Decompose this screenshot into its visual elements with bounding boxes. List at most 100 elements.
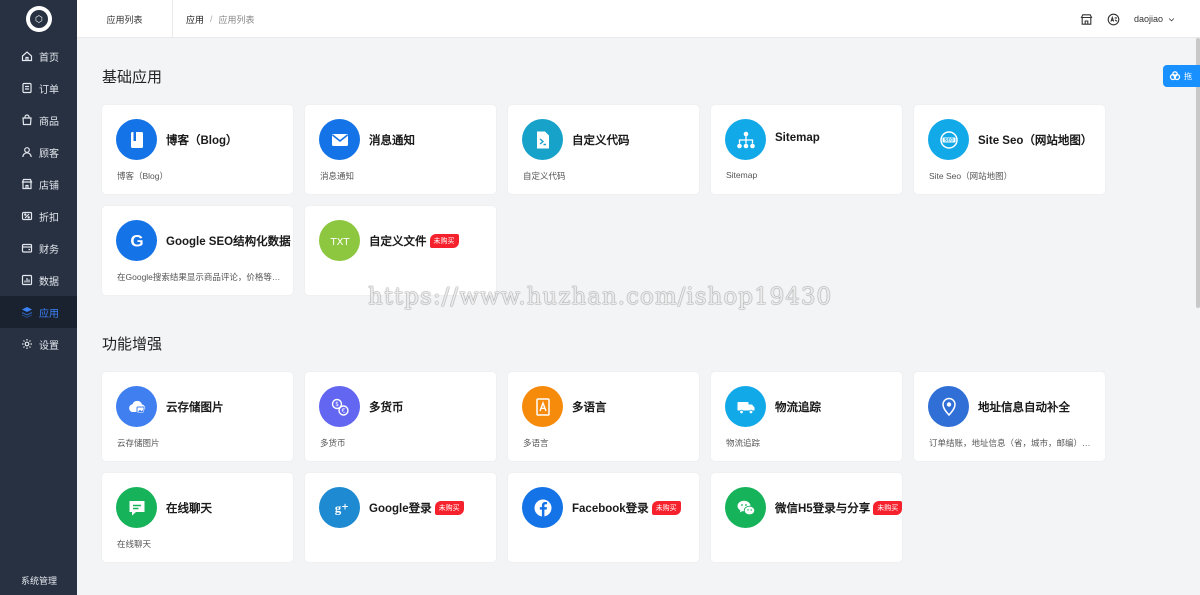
chevron-down-icon [1168,17,1175,21]
store-icon[interactable] [1080,13,1093,26]
seo-icon: SEO [928,119,969,160]
card-title-text: Google登录 [369,503,432,515]
sitemap-icon [725,119,766,160]
svg-text:SEO: SEO [944,137,954,142]
sidebar-item-finance[interactable]: 财务 [0,232,77,264]
card-title: 在线聊天 [166,500,212,516]
app-card[interactable]: Sitemap Sitemap [711,105,902,194]
logo[interactable]: ⬡ [26,6,52,32]
section-title-basic: 基础应用 [102,69,163,86]
svg-text:+: + [341,502,349,512]
app-card[interactable]: 云存储图片 云存储图片 [102,372,293,461]
card-title: Google SEO结构化数据 [166,233,291,249]
card-title-text: 消息通知 [369,135,415,147]
card-title-text: 多货币 [369,402,404,414]
user-icon [22,147,32,158]
breadcrumb-current: 应用列表 [218,14,255,25]
cloud-link-icon [1169,71,1181,81]
sidebar-item-apps[interactable]: 应用 [0,296,77,328]
card-title: 物流追踪 [775,399,821,415]
breadcrumb-separator: / [210,14,213,24]
section-title-enhanced: 功能增强 [102,336,163,353]
app-card[interactable]: 博客（Blog） 博客（Blog） [102,105,293,194]
app-card[interactable]: G Google SEO结构化数据在Google搜索结果显示商品评论，价格等信息 [102,206,293,295]
card-title-text: 多语言 [572,402,607,414]
username: daojiao [1133,14,1163,24]
breadcrumb-root[interactable]: 应用 [186,13,204,26]
card-description: 多货币 [320,438,346,448]
card-title-text: Facebook登录 [572,503,649,515]
bag-icon [22,114,32,126]
sidebar-item-customers[interactable]: 顾客 [0,136,77,168]
store-icon [21,178,33,190]
card-description: 自定义代码 [523,171,566,181]
app-card[interactable]: SEO Site Seo（网站地图） Site Seo（网站地图） [914,105,1105,194]
sidebar-item-label: 财务 [39,244,59,256]
card-description: 云存储图片 [117,438,160,448]
card-title-text: 物流追踪 [775,402,821,414]
truck-icon [725,386,766,427]
sidebar-item-settings[interactable]: 设置 [0,328,77,360]
app-card[interactable]: g + Google登录 未购买 [305,473,496,562]
sidebar-item-store[interactable]: 店铺 [0,168,77,200]
app-card[interactable]: $ € 多货币 多货币 [305,372,496,461]
data-icon [21,274,33,286]
card-title-text: 云存储图片 [166,402,224,414]
app-card[interactable]: 在线聊天 在线聊天 [102,473,293,562]
main-content: 基础应用 功能增强 博客（Blog） 博客（Blog） 消息通知 消息通知 自定义代码自… [77,38,1196,595]
sidebar-item-products[interactable]: 商品 [0,104,77,136]
card-description: 博客（Blog） [117,171,169,181]
home-icon [21,51,33,62]
logo-icon: ⬡ [30,10,48,28]
code-file-icon [522,119,563,160]
user-menu[interactable]: daojiao [1134,14,1176,24]
svg-text:TXT: TXT [329,237,350,248]
sidebar-item-data[interactable]: 数据 [0,264,77,296]
card-title: 地址信息自动补全 [978,399,1070,415]
google-plus-icon: g + [319,487,360,528]
sidebar-item-label: 应用 [39,308,59,320]
card-title-text: 博客（Blog） [166,135,238,147]
card-title: 云存储图片 [166,399,224,415]
mail-icon [319,119,360,160]
floating-widget-label: 拖 [1184,71,1192,81]
floating-drag-widget[interactable]: 拖 [1163,65,1200,87]
system-management-link[interactable]: 系统管理 [21,574,57,587]
card-title-text: 微信H5登录与分享 [775,503,871,515]
google-icon: G [116,220,157,261]
card-title: 多货币 [369,399,404,415]
sidebar-item-orders[interactable]: 订单 [0,72,77,104]
app-card[interactable]: 微信H5登录与分享 未购买 [711,473,902,562]
blog-icon [116,119,157,160]
app-card[interactable]: 消息通知 消息通知 [305,105,496,194]
sidebar-item-home[interactable]: 首页 [0,40,77,72]
app-card[interactable]: 多语言 多语言 [508,372,699,461]
card-description: 在线聊天 [117,539,152,549]
tab-app-list[interactable]: 应用列表 [77,0,173,38]
card-title: 多语言 [572,399,607,415]
sidebar: ⬡ 首页 订单 商品 顾客 店铺 折扣 财务 数据 应用 设置 系统管理 [0,0,77,595]
card-title: Google登录 未购买 [369,500,464,516]
card-description: 在Google搜索结果显示商品评论，价格等信息 [117,272,282,282]
not-purchased-badge: 未购买 [651,501,681,515]
app-card[interactable]: TXT 自定义文件 未购买 [305,206,496,295]
location-icon [928,386,969,427]
app-card[interactable]: 地址信息自动补全订单结账，地址信息（省，城市，邮编）自动补全 [914,372,1105,461]
app-card[interactable]: 物流追踪 物流追踪 [711,372,902,461]
language-icon [522,386,563,427]
card-description: 物流追踪 [726,438,761,448]
sidebar-item-discount[interactable]: 折扣 [0,200,77,232]
card-description: 订单结账，地址信息（省，城市，邮编）自动补全 [929,438,1094,448]
app-card[interactable]: Facebook登录 未购买 [508,473,699,562]
card-description: 消息通知 [320,171,355,181]
app-card[interactable]: 自定义代码 自定义代码 [508,105,699,194]
card-description: 多语言 [523,438,549,448]
sidebar-item-label: 数据 [39,276,59,288]
card-description: Sitemap [726,170,758,180]
sidebar-item-label: 商品 [39,116,59,128]
card-title-text: Google SEO结构化数据 [166,236,291,248]
not-purchased-badge: 未购买 [873,501,902,515]
top-header: 应用列表 应用 / 应用列表 daojiao [77,0,1200,38]
language-switch-icon[interactable] [1107,13,1120,26]
svg-text:G: G [130,231,143,250]
